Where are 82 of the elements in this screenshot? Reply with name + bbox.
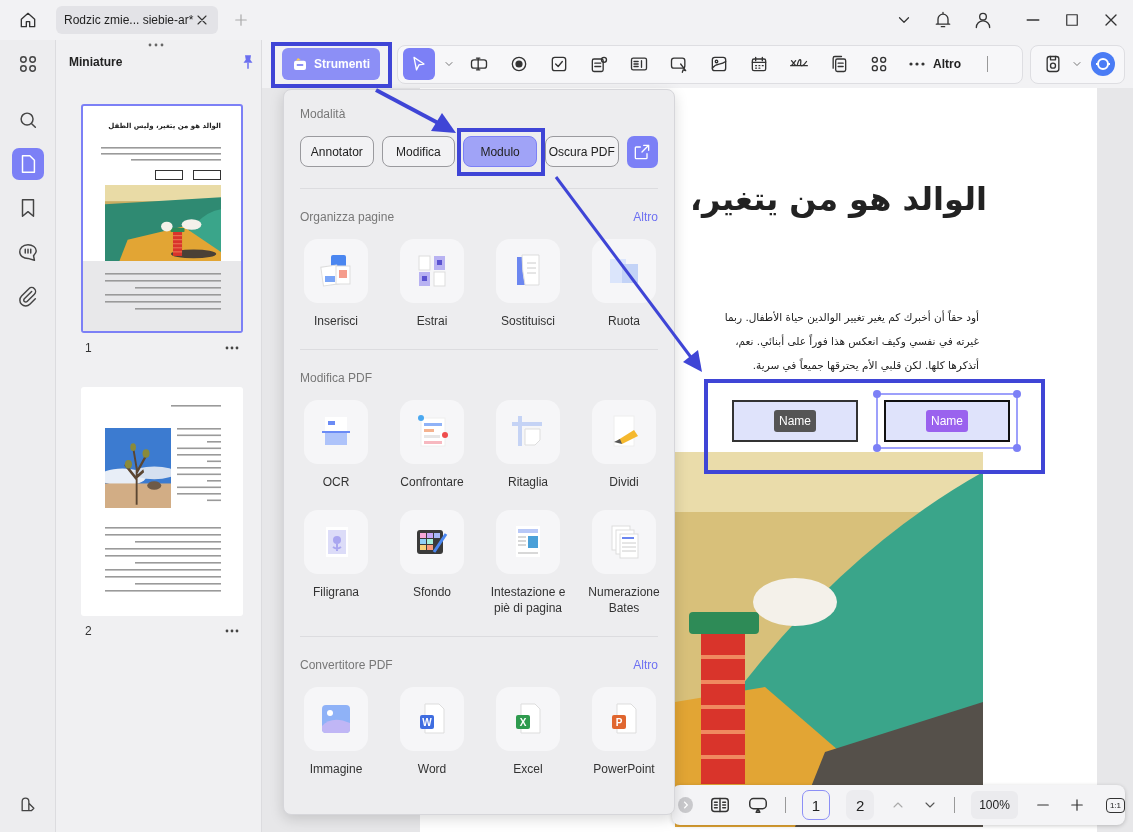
document-paragraph: أود حقاً أن أخبرك كم يغير تغيير الوالدين حياة الأطفال. ربما غيرته في نفسي وكيف انعكس هذا فوراً على أبنائي. نعم، أتذكرها كلها. لكن قلبي الأم يحترقها جميعاً في سرية. — [723, 309, 979, 374]
resize-handle[interactable] — [873, 390, 881, 398]
mode-button[interactable]: Annotator — [300, 136, 374, 167]
tool-label[interactable]: PowerPoint — [593, 761, 655, 777]
radio-button-icon — [509, 54, 529, 74]
assistant-icon[interactable] — [1091, 52, 1115, 76]
more-button[interactable]: Altro — [909, 57, 961, 71]
tool-label[interactable]: Ritaglia — [508, 474, 548, 490]
image-field-icon — [709, 54, 729, 74]
form-field[interactable]: Name — [884, 400, 1010, 442]
section-heading: Modifica PDF — [300, 370, 373, 386]
tool-label[interactable]: Excel — [513, 761, 543, 777]
tool-label[interactable]: Immagine — [309, 761, 363, 777]
dropdown-field-icon — [589, 54, 609, 74]
page-number: 1 — [85, 341, 92, 355]
page-button[interactable]: 1 — [801, 790, 831, 820]
tool-tile[interactable] — [304, 510, 368, 574]
mode-button[interactable]: Modifica — [381, 136, 456, 167]
form-field[interactable]: Name — [732, 400, 858, 442]
tool-label[interactable]: Dividi — [609, 474, 639, 490]
tool-tile[interactable]: X — [496, 687, 560, 751]
tool-tile[interactable] — [400, 239, 464, 303]
actual-size-button[interactable]: 1:1 — [1105, 797, 1125, 813]
resize-handle[interactable] — [1013, 444, 1021, 452]
resize-handle[interactable] — [873, 444, 881, 452]
tool-tile[interactable]: W — [400, 687, 464, 751]
page-button[interactable]: 2 — [846, 790, 875, 820]
page-number: 2 — [85, 624, 92, 638]
tool-label[interactable]: Filigrana — [313, 584, 359, 600]
tool-label[interactable]: Inserisci — [314, 313, 358, 329]
document-title: الوالد هو من يتغير، — [688, 180, 987, 218]
more-link[interactable]: Altro — [633, 657, 658, 673]
tool-tile[interactable] — [592, 239, 656, 303]
more-icon — [909, 62, 925, 66]
section-heading: Modalità — [300, 106, 347, 122]
tool-tile[interactable] — [400, 510, 464, 574]
comment-icon — [16, 241, 39, 263]
tool-tile[interactable] — [592, 400, 656, 464]
paperclip-icon — [16, 285, 39, 307]
bell-icon[interactable] — [933, 10, 953, 30]
tool-label[interactable]: Numerazione Bates — [586, 584, 662, 616]
zoom-field[interactable]: 100% — [971, 791, 1018, 819]
field-label: Name — [926, 410, 968, 432]
document-tab[interactable]: Rodzic zmie... siebie-ar* — [56, 6, 218, 34]
tool-label[interactable]: Word — [417, 761, 447, 777]
more-link[interactable]: Altro — [633, 209, 658, 225]
checkbox-icon — [549, 54, 569, 74]
home-icon[interactable] — [18, 10, 38, 30]
tab-title: Rodzic zmie... siebie-ar* — [64, 13, 194, 27]
toolbox-icon — [292, 56, 308, 72]
more-icon[interactable] — [225, 346, 239, 350]
drag-handle-icon[interactable] — [148, 43, 164, 47]
tool-label[interactable]: Confrontare — [400, 474, 464, 490]
tool-label[interactable]: Estrai — [416, 313, 448, 329]
section-heading: Convertitore PDF — [300, 657, 393, 673]
user-icon[interactable] — [973, 10, 993, 30]
tool-tile[interactable] — [496, 400, 560, 464]
tool-tile[interactable] — [496, 510, 560, 574]
calendar-icon — [749, 54, 769, 74]
more-icon[interactable] — [225, 629, 239, 633]
page-thumbnail[interactable] — [81, 387, 243, 616]
tool-label[interactable]: Intestazione e piè di pagina — [490, 584, 566, 616]
maximize-icon[interactable] — [1063, 11, 1081, 29]
section-heading: Organizza pagine — [300, 209, 395, 225]
mode-button[interactable]: Modulo — [463, 136, 537, 167]
tool-tile[interactable] — [496, 239, 560, 303]
tool-tile[interactable] — [304, 239, 368, 303]
open-external-button[interactable] — [626, 136, 658, 168]
tool-label[interactable]: OCR — [322, 474, 350, 490]
tool-tile[interactable] — [304, 687, 368, 751]
tool-tile[interactable] — [592, 510, 656, 574]
resize-handle[interactable] — [1013, 390, 1021, 398]
panel-title: Miniature — [69, 55, 123, 69]
field-label: Name — [774, 410, 816, 432]
tool-label[interactable]: Ruota — [608, 313, 640, 329]
tool-tile[interactable] — [304, 400, 368, 464]
field-outline-drawing — [155, 170, 221, 180]
tool-tile[interactable] — [400, 400, 464, 464]
tool-label[interactable]: Sostituisci — [501, 313, 555, 329]
mode-button[interactable]: Oscura PDF — [544, 136, 619, 167]
grid-icon — [869, 54, 889, 74]
tool-label[interactable]: Sfondo — [412, 584, 451, 600]
